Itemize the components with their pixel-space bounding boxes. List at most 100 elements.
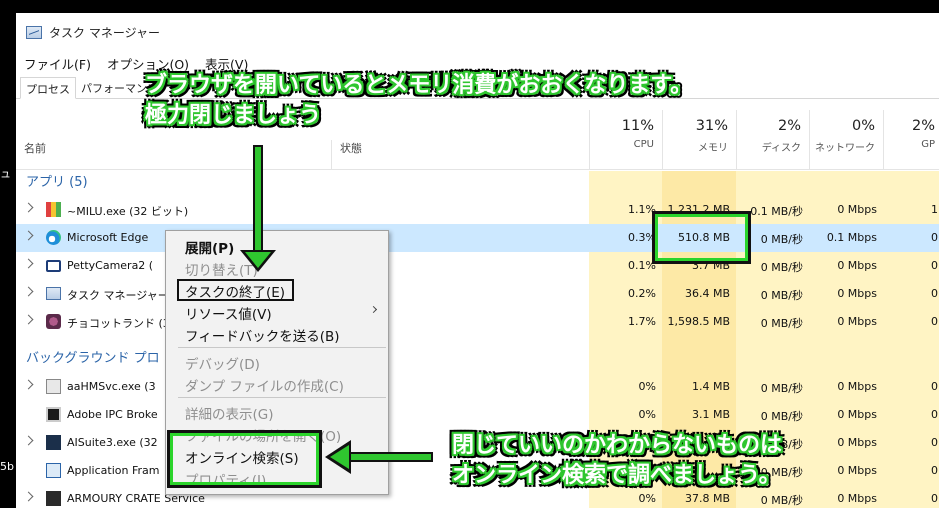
chevron-right-icon[interactable]: [23, 491, 34, 502]
cell-cpu: 0.3%: [628, 231, 656, 244]
chevron-right-icon[interactable]: [23, 379, 34, 390]
memory-label: メモリ: [698, 143, 728, 154]
chevron-right-icon[interactable]: [23, 230, 34, 241]
memory-total: 31%: [695, 118, 728, 134]
cell-gpu: 0: [931, 464, 938, 477]
cell-disk: 0 MB/秒: [760, 410, 803, 423]
menu-separator: [178, 397, 386, 398]
window-title: タスク マネージャー: [49, 25, 160, 40]
title-bar[interactable]: タスク マネージャー: [16, 13, 939, 51]
cell-network: 0 Mbps: [837, 408, 877, 421]
header-cpu[interactable]: 11% CPU: [589, 110, 662, 170]
annotation-bottom-line2: オンライン検索で調べましょう。: [452, 463, 781, 488]
network-total: 0%: [851, 118, 875, 134]
cell-cpu: 0.2%: [628, 287, 656, 300]
process-name: チョコットランド (32: [67, 317, 177, 330]
menu-file[interactable]: ファイル(F): [22, 54, 93, 73]
menu-debug[interactable]: デバッグ(D): [185, 353, 260, 373]
cell-cpu: 0%: [638, 492, 656, 505]
app-frame-icon: [46, 463, 61, 478]
chevron-right-icon[interactable]: [23, 258, 34, 269]
chevron-right-icon[interactable]: [23, 286, 34, 297]
adobe-icon: [46, 407, 61, 422]
menu-expand[interactable]: 展開(P): [185, 237, 234, 257]
chevron-right-icon[interactable]: [23, 314, 34, 325]
left-edge-fragment: ュ: [0, 167, 11, 180]
table-row[interactable]: ~MILU.exe (32 ビット) 1.1% 1,231.2 MB 0.1 M…: [16, 196, 939, 224]
cell-gpu: 0: [931, 231, 938, 244]
chevron-right-icon[interactable]: [23, 202, 34, 213]
table-row[interactable]: aaHMSvc.exe (3 0% 1.4 MB 0 MB/秒 0 Mbps 0: [16, 373, 939, 401]
group-background[interactable]: バックグラウンド プロ: [26, 347, 160, 366]
cell-cpu: 1.1%: [628, 203, 656, 216]
process-name: AISuite3.exe (32: [67, 436, 158, 449]
app-window-icon: [46, 379, 61, 394]
cell-disk: 0 MB/秒: [760, 382, 803, 395]
edge-browser-icon: [46, 230, 61, 245]
process-name: aaHMSvc.exe (3: [67, 380, 156, 393]
ai-suite-icon: [46, 435, 61, 450]
cell-network: 0.1 Mbps: [826, 231, 877, 244]
cell-gpu: 0: [931, 380, 938, 393]
cpu-total: 11%: [621, 118, 654, 134]
cell-disk: 0 MB/秒: [760, 494, 803, 507]
process-name: Microsoft Edge: [67, 231, 149, 244]
gpu-total: 2%: [911, 118, 935, 134]
cell-disk: 0 MB/秒: [760, 289, 803, 302]
end-task-highlight: [177, 279, 294, 301]
menu-send-feedback[interactable]: フィードバックを送る(B): [185, 325, 340, 345]
cell-gpu: 1.3: [931, 203, 939, 216]
annotation-bottom-line1: 閉じていいのかわからないものは: [452, 433, 783, 458]
task-manager-icon: [26, 25, 42, 39]
process-name: Adobe IPC Broke: [67, 408, 158, 421]
menu-resource-values[interactable]: リソース値(V): [185, 303, 272, 323]
cell-memory: 3.1 MB: [691, 408, 730, 421]
chevron-right-icon[interactable]: [23, 435, 34, 446]
cell-cpu: 0.1%: [628, 259, 656, 272]
tab-processes[interactable]: プロセス: [20, 77, 76, 99]
header-name[interactable]: 名前: [24, 140, 46, 156]
table-row[interactable]: チョコットランド (32 1.7% 1,598.5 MB 0 MB/秒 0 Mb…: [16, 308, 939, 336]
cell-gpu: 0: [931, 315, 938, 328]
cell-gpu: 0: [931, 436, 938, 449]
cell-gpu: 0: [931, 259, 938, 272]
table-row-selected[interactable]: Microsoft Edge 0.3% 510.8 MB 0 MB/秒 0.1 …: [16, 224, 939, 252]
header-memory[interactable]: 31% メモリ: [662, 110, 736, 170]
search-online-highlight: [167, 430, 322, 488]
milu-app-icon: [46, 202, 61, 217]
cell-disk: 0 MB/秒: [760, 317, 803, 330]
table-row[interactable]: Adobe IPC Broke 0% 3.1 MB 0 MB/秒 0 Mbps …: [16, 401, 939, 429]
cell-network: 0 Mbps: [837, 380, 877, 393]
process-name: Application Fram: [67, 464, 160, 477]
table-row[interactable]: PettyCamera2 ( 0.1% 3.7 MB 0 MB/秒 0 Mbps…: [16, 252, 939, 280]
header-network[interactable]: 0% ネットワーク: [809, 110, 883, 170]
edge-memory-highlight: [652, 211, 751, 264]
cell-cpu: 0%: [638, 408, 656, 421]
cell-cpu: 1.7%: [628, 315, 656, 328]
game-icon: [46, 314, 61, 329]
header-gpu[interactable]: 2% GP: [883, 110, 939, 170]
left-arrow-annotation: [348, 452, 433, 462]
cell-network: 0 Mbps: [837, 259, 877, 272]
left-arrow-head: [325, 440, 351, 474]
table-row[interactable]: タスク マネージャー 0.2% 36.4 MB 0 MB/秒 0 Mbps 0: [16, 280, 939, 308]
menu-bar: ファイル(F) オプション(O) 表示(V): [22, 54, 250, 73]
monitor-icon: [46, 260, 61, 272]
header-disk[interactable]: 2% ディスク: [736, 110, 809, 170]
submenu-arrow-icon: [369, 305, 378, 314]
menu-go-to-details[interactable]: 詳細の表示(G): [185, 403, 274, 423]
left-edge-fragment-2: 5b: [0, 460, 14, 473]
down-arrow-head: [240, 250, 276, 272]
cell-network: 0 Mbps: [837, 315, 877, 328]
menu-create-dump[interactable]: ダンプ ファイルの作成(C): [185, 375, 344, 395]
armoury-crate-icon: [46, 491, 61, 506]
header-status[interactable]: 状態: [331, 140, 362, 170]
menu-view[interactable]: 表示(V): [203, 54, 250, 73]
network-label: ネットワーク: [815, 143, 875, 154]
disk-label: ディスク: [761, 143, 801, 154]
group-apps[interactable]: アプリ (5): [26, 171, 88, 190]
menu-options[interactable]: オプション(O): [105, 54, 191, 73]
cell-memory: 36.4 MB: [684, 287, 730, 300]
disk-total: 2%: [777, 118, 801, 134]
menu-separator: [178, 347, 386, 348]
